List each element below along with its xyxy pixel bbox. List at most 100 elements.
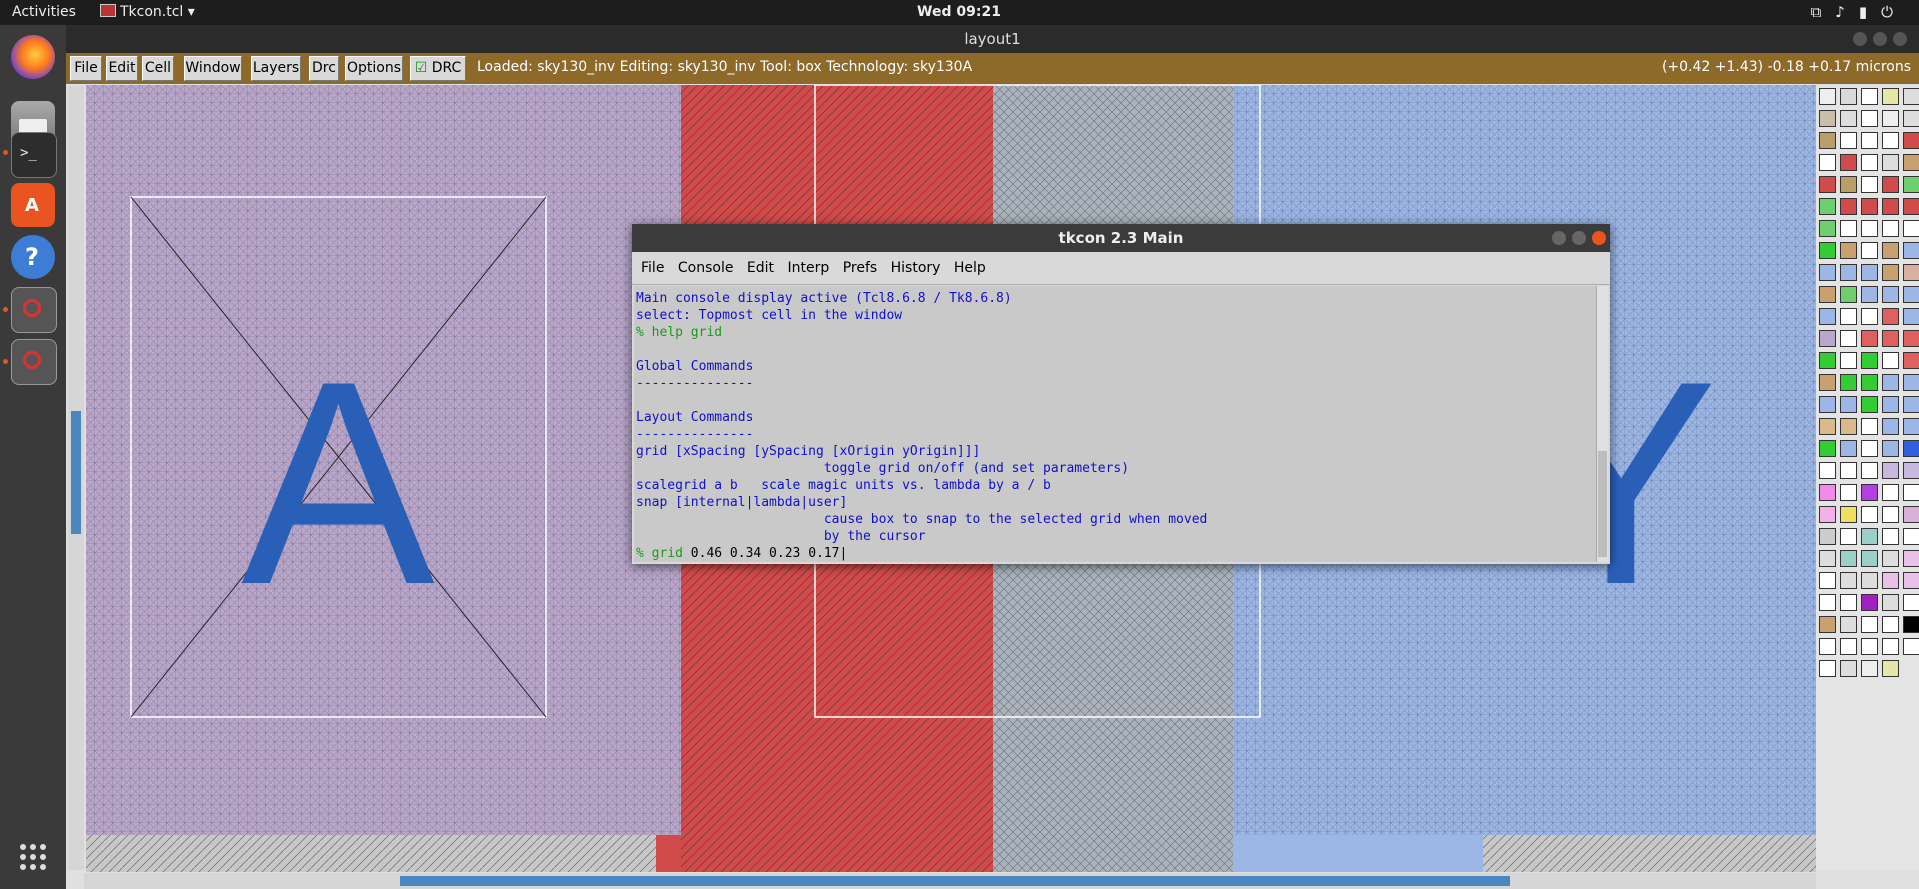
clock[interactable]: Wed 09:21 [917,4,1001,20]
lock-icon[interactable] [1861,132,1878,149]
layer-swatch[interactable] [1882,286,1899,303]
console-scrollbar[interactable] [1596,286,1608,562]
menu-file[interactable]: File [70,56,102,81]
lock-icon[interactable] [1840,132,1857,149]
layer-swatch[interactable] [1840,660,1857,677]
layer-swatch[interactable] [1903,572,1919,589]
app-grid-icon[interactable] [11,835,55,879]
layer-swatch[interactable] [1903,176,1919,193]
vertical-scroll-thumb[interactable] [71,411,81,534]
layer-swatch[interactable] [1861,198,1878,215]
layer-swatch[interactable] [1903,242,1919,259]
magic-icon[interactable] [11,287,57,333]
drc-toggle[interactable]: ☑ DRC [410,56,466,81]
layer-swatch[interactable] [1840,176,1857,193]
layer-swatch[interactable] [1819,528,1836,545]
lock-icon[interactable] [1819,660,1836,677]
layer-swatch[interactable] [1861,396,1878,413]
layer-swatch[interactable] [1840,88,1857,105]
layer-swatch[interactable] [1882,198,1899,215]
layer-swatch[interactable] [1903,110,1919,127]
firefox-icon[interactable] [11,35,55,79]
layer-swatch[interactable] [1819,550,1836,567]
lock-icon[interactable] [1903,484,1919,501]
layer-swatch[interactable] [1861,286,1878,303]
tkcon-menu-interp[interactable]: Interp [788,260,830,276]
tkcon-window[interactable]: tkcon 2.3 Main File Console Edit Interp … [632,224,1610,564]
layer-swatch[interactable] [1861,352,1878,369]
layer-swatch[interactable] [1840,440,1857,457]
layer-swatch[interactable] [1903,374,1919,391]
layer-swatch[interactable] [1882,396,1899,413]
menu-window[interactable]: Window [184,56,242,81]
layer-swatch[interactable] [1903,308,1919,325]
system-tray[interactable]: ⧉♪▮⏻ [1811,3,1907,21]
layer-swatch[interactable] [1840,396,1857,413]
layer-swatch[interactable] [1861,330,1878,347]
activities-button[interactable]: Activities [12,4,76,20]
layer-swatch[interactable] [1903,440,1919,457]
layer-swatch[interactable] [1903,418,1919,435]
lock-icon[interactable] [1861,616,1878,633]
tkcon-menu-history[interactable]: History [891,260,941,276]
terminal-icon[interactable]: >_ [11,132,57,178]
lock-icon[interactable] [1903,594,1919,611]
horizontal-scrollbar[interactable] [84,873,1816,889]
layer-swatch[interactable] [1903,88,1919,105]
layer-swatch[interactable] [1840,550,1857,567]
lock-icon[interactable] [1840,638,1857,655]
layer-swatch[interactable] [1903,330,1919,347]
layer-swatch[interactable] [1882,374,1899,391]
layer-swatch[interactable] [1903,506,1919,523]
tkcon-menu-file[interactable]: File [641,260,664,276]
lock-icon[interactable] [1819,572,1836,589]
layer-swatch[interactable] [1882,572,1899,589]
lock-icon[interactable] [1861,418,1878,435]
layer-swatch[interactable] [1840,198,1857,215]
layer-swatch[interactable] [1882,154,1899,171]
layer-swatch[interactable] [1819,484,1836,501]
lock-icon[interactable] [1861,506,1878,523]
layer-swatch[interactable] [1903,286,1919,303]
layer-swatch[interactable] [1903,198,1919,215]
lock-icon[interactable] [1882,616,1899,633]
console-output[interactable]: Main console display active (Tcl8.6.8 / … [634,286,1597,562]
layer-swatch[interactable] [1882,550,1899,567]
layer-swatch[interactable] [1882,176,1899,193]
lock-icon[interactable] [1840,352,1857,369]
layer-swatch[interactable] [1861,374,1878,391]
console-input[interactable]: 0.46 0.34 0.23 0.17 [683,546,840,561]
lock-icon[interactable] [1819,638,1836,655]
layer-swatch[interactable] [1861,660,1878,677]
layer-swatch[interactable] [1861,594,1878,611]
magic-icon-2[interactable] [11,339,57,385]
tkcon-titlebar[interactable]: tkcon 2.3 Main [632,224,1610,252]
menu-edit[interactable]: Edit [106,56,138,81]
window-titlebar[interactable]: layout1 [66,25,1919,53]
lock-icon[interactable] [1861,176,1878,193]
layer-swatch[interactable] [1840,374,1857,391]
layer-swatch[interactable] [1903,352,1919,369]
layer-swatch[interactable] [1819,396,1836,413]
close-icon[interactable] [1592,231,1606,245]
layer-swatch[interactable] [1819,308,1836,325]
layer-swatch[interactable] [1882,110,1899,127]
lock-icon[interactable] [1861,220,1878,237]
layer-swatch[interactable] [1861,88,1878,105]
layer-swatch[interactable] [1903,550,1919,567]
layer-swatch[interactable] [1903,154,1919,171]
layer-swatch[interactable] [1840,264,1857,281]
layer-swatch[interactable] [1903,396,1919,413]
lock-icon[interactable] [1861,440,1878,457]
menu-drc[interactable]: Drc [309,56,339,81]
layer-swatch[interactable] [1903,616,1919,633]
console-scroll-thumb[interactable] [1598,451,1607,557]
vertical-scrollbar[interactable] [68,86,84,870]
layer-swatch[interactable] [1819,352,1836,369]
layer-swatch[interactable] [1819,176,1836,193]
lock-icon[interactable] [1882,506,1899,523]
layer-swatch[interactable] [1840,286,1857,303]
layer-swatch[interactable] [1882,242,1899,259]
lock-icon[interactable] [1819,594,1836,611]
lock-icon[interactable] [1903,528,1919,545]
